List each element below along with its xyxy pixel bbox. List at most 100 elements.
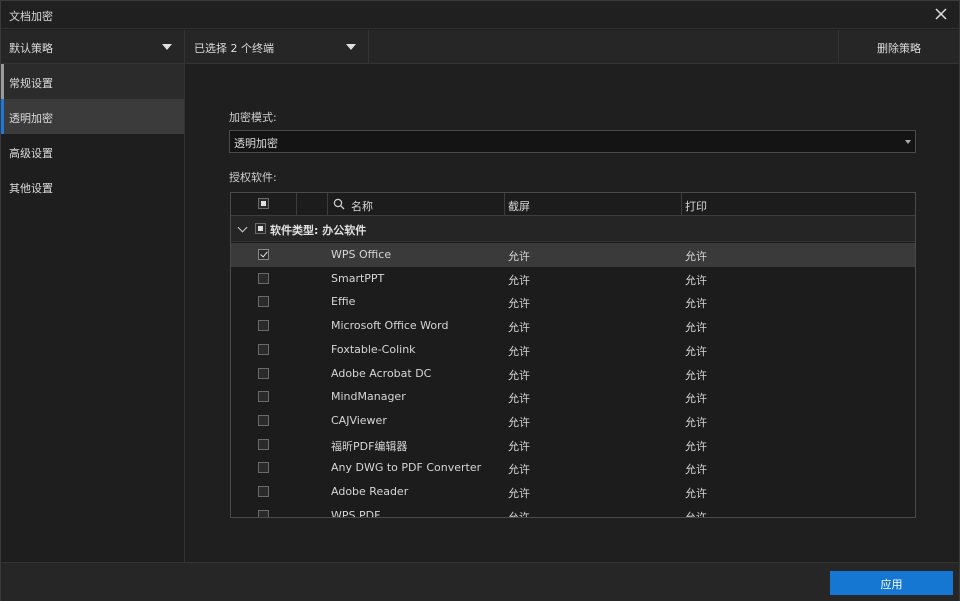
sidebar-item-advanced[interactable]: 高级设置: [1, 134, 184, 169]
table-row[interactable]: 福昕PDF编辑器 允许 允许: [231, 433, 915, 457]
screenshot-permission: 允许: [508, 250, 530, 263]
print-permission: 允许: [685, 463, 707, 477]
row-checkbox[interactable]: [258, 462, 269, 474]
print-permission: 允许: [685, 273, 707, 287]
encryption-mode-value: 透明加密: [234, 137, 278, 150]
screenshot-permission: 允许: [508, 392, 530, 406]
screenshot-permission: 允许: [508, 344, 530, 358]
policy-dropdown[interactable]: 默认策略: [1, 30, 185, 64]
print-permission: 允许: [685, 392, 707, 406]
table-row[interactable]: Microsoft Office Word 允许 允许: [231, 314, 915, 338]
table-row[interactable]: Foxtable-Colink 允许 允许: [231, 338, 915, 362]
column-divider: [296, 193, 297, 215]
row-checkbox[interactable]: [258, 391, 269, 403]
group-checkbox[interactable]: [255, 223, 266, 234]
table-row[interactable]: CAJViewer 允许 允许: [231, 409, 915, 433]
print-permission: 允许: [685, 439, 707, 453]
table-row[interactable]: Adobe Acrobat DC 允许 允许: [231, 362, 915, 386]
screenshot-permission: 允许: [508, 487, 530, 500]
toolbar: 默认策略 已选择 2 个终端 删除策略: [1, 30, 959, 64]
table-row[interactable]: Adobe Reader 允许 允许: [231, 480, 915, 504]
column-divider: [327, 193, 328, 215]
screenshot-permission: 允许: [508, 510, 530, 518]
table-header: 名称 截屏 打印: [231, 193, 915, 216]
sidebar-item-label: 常规设置: [9, 77, 53, 90]
screenshot-permission: 允许: [508, 297, 530, 311]
row-checkbox[interactable]: [258, 438, 269, 450]
table-row[interactable]: SmartPPT 允许 允许: [231, 267, 915, 291]
row-checkbox[interactable]: [258, 343, 269, 355]
chevron-down-icon: [905, 140, 911, 144]
row-checkbox[interactable]: [258, 296, 269, 308]
title-bar: 文档加密: [1, 1, 959, 29]
print-permission: 允许: [685, 510, 707, 518]
sidebar-item-label: 其他设置: [9, 182, 53, 195]
table-row[interactable]: WPS Office 允许 允许: [231, 243, 915, 267]
sidebar-item-label: 高级设置: [9, 147, 53, 160]
print-permission: 允许: [685, 297, 707, 311]
software-name: WPS PDF: [331, 508, 381, 518]
chevron-down-icon: [162, 44, 172, 50]
table-row[interactable]: Effie 允许 允许: [231, 290, 915, 314]
screenshot-permission: 允许: [508, 273, 530, 287]
row-checkbox[interactable]: [258, 272, 269, 284]
row-checkbox[interactable]: [258, 367, 269, 379]
authorized-software-label: 授权软件:: [229, 171, 277, 184]
row-checkbox[interactable]: [258, 414, 269, 426]
screenshot-permission: 允许: [508, 463, 530, 477]
delete-policy-button[interactable]: 删除策略: [838, 30, 959, 64]
row-checkbox[interactable]: [258, 320, 269, 332]
software-name: Any DWG to PDF Converter: [331, 461, 482, 475]
encryption-mode-label: 加密模式:: [229, 111, 277, 124]
column-header-screenshot[interactable]: 截屏: [508, 198, 530, 214]
apply-button[interactable]: 应用: [830, 571, 953, 595]
screenshot-permission: 允许: [508, 415, 530, 429]
table-row[interactable]: WPS PDF 允许 允许: [231, 504, 915, 518]
screenshot-permission: 允许: [508, 321, 530, 335]
software-name: Adobe Reader: [331, 485, 409, 498]
terminal-dropdown[interactable]: 已选择 2 个终端: [186, 30, 369, 64]
software-name: SmartPPT: [331, 271, 385, 285]
screenshot-permission: 允许: [508, 439, 530, 453]
dialog-window: 文档加密 默认策略 已选择 2 个终端 删除策略 常规设置 透明加密 高级设置: [0, 0, 960, 601]
print-permission: 允许: [685, 415, 707, 429]
main-panel: 加密模式: 透明加密 授权软件: 名称 截屏 打印 软件类型: 办公软件 WPS…: [186, 64, 959, 562]
window-title: 文档加密: [9, 10, 53, 23]
policy-dropdown-value: 默认策略: [9, 42, 53, 55]
software-name: Foxtable-Colink: [331, 342, 416, 356]
chevron-down-icon: [346, 44, 356, 50]
software-table: 名称 截屏 打印 软件类型: 办公软件 WPS Office 允许 允许 SmartP…: [230, 192, 916, 518]
chevron-down-icon[interactable]: [237, 222, 248, 233]
table-row[interactable]: MindManager 允许 允许: [231, 385, 915, 409]
sidebar: 常规设置 透明加密 高级设置 其他设置: [1, 64, 185, 562]
column-header-print[interactable]: 打印: [685, 198, 707, 214]
column-header-name[interactable]: 名称: [351, 198, 373, 214]
delete-policy-label: 删除策略: [877, 42, 921, 55]
encryption-mode-select[interactable]: 透明加密: [229, 130, 916, 153]
table-row[interactable]: Any DWG to PDF Converter 允许 允许: [231, 456, 915, 480]
print-permission: 允许: [685, 344, 707, 358]
group-label: 软件类型: 办公软件: [270, 224, 367, 237]
select-all-checkbox[interactable]: [258, 198, 269, 209]
footer: 应用: [1, 562, 959, 601]
row-checkbox[interactable]: [258, 486, 269, 497]
sidebar-item-label: 透明加密: [9, 112, 53, 125]
software-name: CAJViewer: [331, 413, 387, 427]
row-checkbox[interactable]: [258, 509, 269, 517]
software-name: Adobe Acrobat DC: [331, 366, 432, 380]
group-row[interactable]: 软件类型: 办公软件: [231, 216, 915, 242]
print-permission: 允许: [685, 368, 707, 382]
row-checkbox[interactable]: [258, 249, 269, 260]
sidebar-item-transparent-encryption[interactable]: 透明加密: [1, 99, 184, 134]
active-indicator: [1, 99, 4, 134]
search-icon[interactable]: [333, 198, 345, 210]
sidebar-item-general[interactable]: 常规设置: [1, 64, 184, 99]
terminal-dropdown-value: 已选择 2 个终端: [194, 42, 274, 55]
print-permission: 允许: [685, 250, 707, 263]
column-divider: [681, 193, 682, 215]
close-icon[interactable]: [933, 6, 949, 22]
screenshot-permission: 允许: [508, 368, 530, 382]
sidebar-item-other[interactable]: 其他设置: [1, 169, 184, 204]
hover-indicator: [1, 64, 4, 99]
print-permission: 允许: [685, 321, 707, 335]
